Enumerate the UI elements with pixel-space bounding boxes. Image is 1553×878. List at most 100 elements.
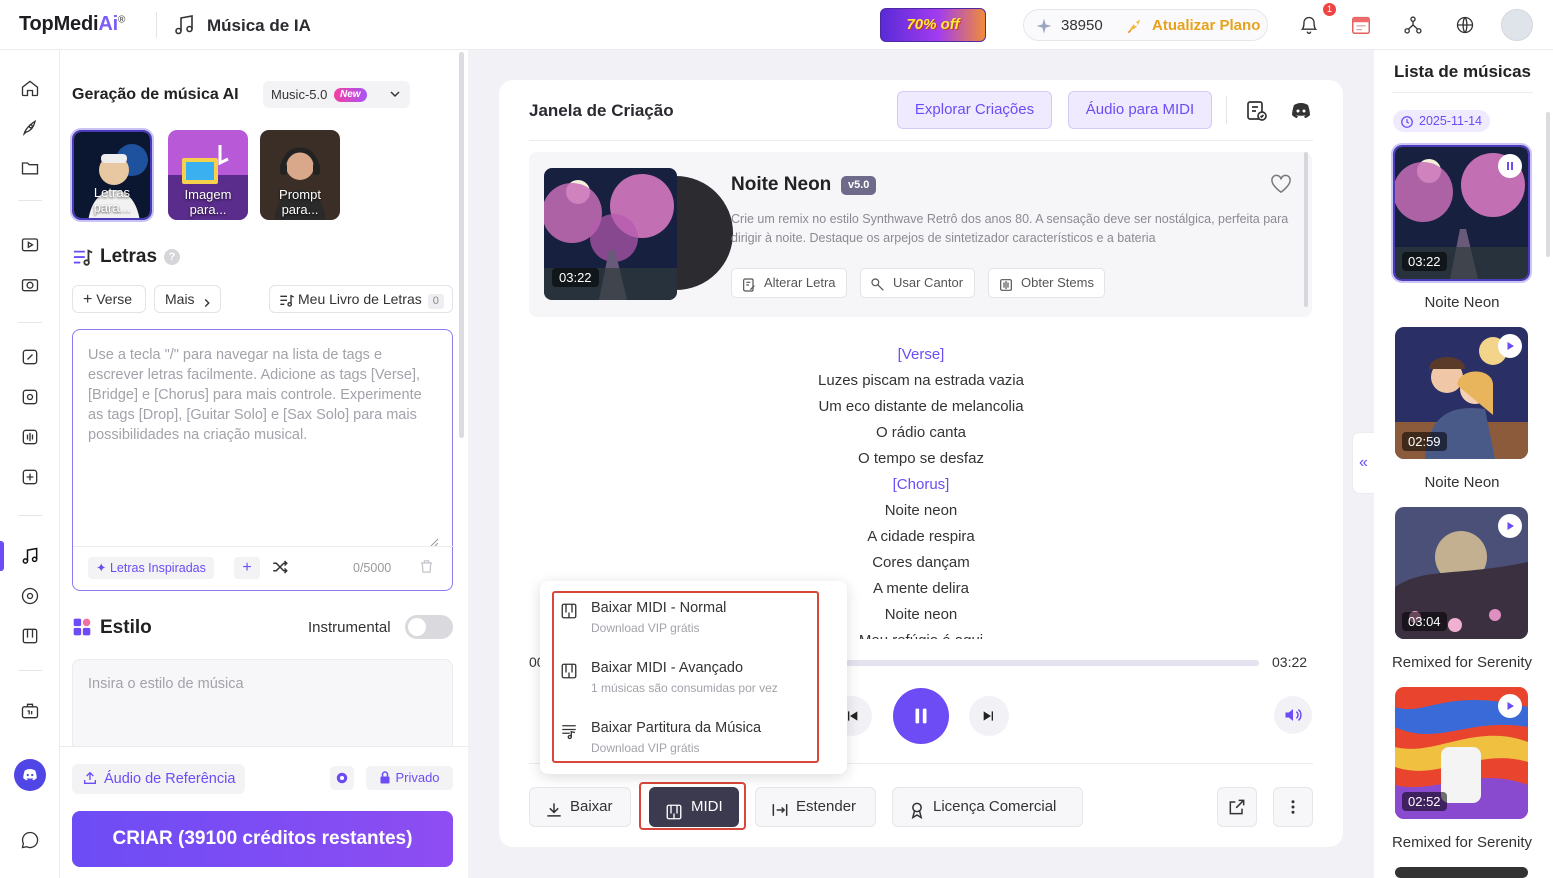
song-name[interactable]: Noite Neon (1384, 294, 1540, 311)
song-name[interactable]: Remixed for Serenity (1384, 834, 1540, 851)
lyric-line: O rádio canta (875, 424, 967, 441)
char-counter: 0/5000 (353, 561, 392, 575)
mode-image-to-song[interactable]: Imagem para... (168, 130, 248, 220)
song-name[interactable]: Noite Neon (1384, 474, 1540, 491)
user-avatar[interactable] (1501, 9, 1533, 41)
pause-icon[interactable] (1498, 154, 1522, 178)
window-title: Janela de Criação (529, 101, 674, 120)
menu-item-midi-advanced[interactable]: Baixar MIDI - Avançado 1 músicas são con… (560, 660, 820, 700)
credits-count: 38950 (1061, 17, 1103, 34)
next-track-icon[interactable] (969, 696, 1009, 736)
commercial-license-button[interactable]: Licença Comercial (892, 787, 1083, 827)
private-toggle-button[interactable]: Privado (366, 766, 453, 790)
extend-button[interactable]: Estender (755, 787, 876, 827)
chevron-right-icon (200, 292, 214, 318)
divider (156, 12, 157, 38)
verse-tag-button[interactable]: + Verse (72, 285, 146, 313)
image-edit-icon[interactable] (18, 345, 42, 369)
get-stems-button[interactable]: Obter Stems (988, 268, 1105, 298)
mode-lyrics-to-song[interactable]: Letras para... (72, 130, 152, 220)
panel-scrollbar[interactable] (459, 52, 464, 438)
song-duration: 03:22 (552, 268, 599, 287)
date-filter-chip[interactable]: 2025-11-14 (1393, 110, 1491, 132)
shuffle-icon[interactable] (271, 558, 289, 579)
language-globe-icon[interactable] (1450, 10, 1480, 40)
settings-gear-icon[interactable] (330, 766, 354, 790)
song-thumb[interactable] (1395, 867, 1528, 878)
camera-icon[interactable] (18, 272, 42, 296)
disc-icon[interactable] (18, 584, 42, 608)
collapse-panel-icon[interactable]: « (1352, 432, 1374, 494)
image-gen-icon[interactable] (18, 385, 42, 409)
add-button[interactable]: + (234, 557, 260, 579)
song-title: Noite Neon (731, 174, 832, 195)
song-thumb[interactable]: 02:59 (1395, 327, 1528, 459)
panel-title: Geração de música AI (72, 86, 239, 103)
network-icon[interactable] (1398, 10, 1428, 40)
lyrics-input[interactable]: Use a tecla "/" para navegar na lista de… (72, 329, 454, 591)
discord-icon[interactable] (1288, 99, 1314, 126)
download-button[interactable]: Baixar (529, 787, 631, 827)
music-icon[interactable] (18, 544, 42, 568)
discord-icon[interactable] (14, 759, 46, 791)
inspired-lyrics-button[interactable]: ✦ Letras Inspiradas (88, 557, 214, 579)
lyrics-book-button[interactable]: Meu Livro de Letras 0 (269, 285, 453, 313)
menu-item-sheet-music[interactable]: Baixar Partitura da Música Download VIP … (560, 720, 820, 760)
change-lyrics-button[interactable]: Alterar Letra (731, 268, 847, 298)
reference-audio-button[interactable]: Áudio de Referência (72, 764, 246, 794)
heart-icon[interactable] (1270, 174, 1292, 197)
edit-icon (741, 275, 757, 303)
explore-icon[interactable] (18, 116, 42, 140)
voice-icon[interactable] (18, 425, 42, 449)
song-cover-image[interactable]: 03:22 (544, 168, 677, 300)
share-icon[interactable] (1217, 787, 1257, 827)
play-icon[interactable] (1498, 694, 1522, 718)
upgrade-plan-link[interactable]: Atualizar Plano (1152, 17, 1260, 34)
chat-icon[interactable] (18, 828, 42, 852)
style-placeholder: Insira o estilo de música (88, 676, 244, 692)
resize-handle-icon[interactable] (429, 534, 439, 550)
credits-pill[interactable]: 38950 Atualizar Plano (1023, 9, 1268, 41)
new-badge: New (334, 88, 367, 102)
pause-icon[interactable] (893, 688, 949, 744)
current-song-card: 03:22 Noite Neon v5.0 Crie um remix no e… (529, 152, 1312, 317)
midi-button[interactable]: MIDI (649, 787, 739, 827)
promo-banner[interactable]: 70% off (880, 8, 986, 42)
volume-icon[interactable] (1274, 696, 1312, 734)
explore-creations-button[interactable]: Explorar Criações (897, 91, 1052, 129)
toolbox-icon[interactable] (18, 699, 42, 723)
play-icon[interactable] (1498, 334, 1522, 358)
menu-item-midi-normal[interactable]: Baixar MIDI - Normal Download VIP grátis (560, 600, 820, 640)
model-selector[interactable]: Music-5.0 New (263, 81, 410, 108)
play-icon[interactable] (1498, 514, 1522, 538)
chevron-down-icon (387, 86, 403, 105)
folder-icon[interactable] (18, 156, 42, 180)
list-scrollbar[interactable] (1546, 112, 1550, 257)
song-thumb[interactable]: 03:22 (1393, 145, 1530, 281)
trash-icon[interactable] (418, 558, 435, 578)
help-icon[interactable]: ? (164, 249, 180, 265)
speech-icon[interactable] (18, 465, 42, 489)
instrumental-toggle[interactable] (405, 615, 453, 639)
home-icon[interactable] (18, 76, 42, 100)
create-button[interactable]: CRIAR (39100 créditos restantes) (72, 811, 453, 867)
song-thumb[interactable]: 02:52 (1395, 687, 1528, 819)
audio-to-midi-button[interactable]: Áudio para MIDI (1068, 91, 1212, 129)
topmediai-logo[interactable]: TopMediAi® (19, 13, 125, 36)
video-gen-icon[interactable] (18, 232, 42, 256)
use-singer-button[interactable]: Usar Cantor (860, 268, 975, 298)
mode-prompt-to-song[interactable]: Prompt para... (260, 130, 340, 220)
task-list-icon[interactable] (1245, 99, 1269, 126)
song-thumb[interactable]: 03:04 (1395, 507, 1528, 639)
panel-footer: Áudio de Referência Privado CRIAR (39100… (60, 747, 468, 878)
more-options-icon[interactable] (1273, 787, 1313, 827)
piano-icon[interactable] (18, 624, 42, 648)
version-badge: v5.0 (841, 176, 877, 195)
lock-icon (379, 768, 391, 792)
notification-bell-icon[interactable] (1294, 10, 1324, 40)
song-name[interactable]: Remixed for Serenity (1384, 654, 1540, 671)
more-tags-button[interactable]: Mais (154, 285, 221, 313)
playback-progress-bar[interactable] (846, 660, 1259, 666)
card-scrollbar[interactable] (1304, 152, 1308, 307)
calendar-icon[interactable] (1346, 10, 1376, 40)
